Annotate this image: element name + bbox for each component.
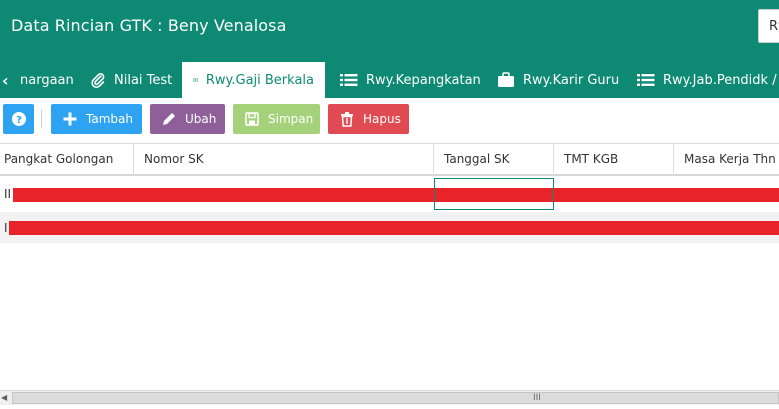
- tab-label: Rwy.Kepangkatan: [366, 72, 481, 88]
- tab-rwy-jab-pendidik[interactable]: Rwy.Jab.Pendidk / Te: [637, 62, 779, 98]
- money-icon: [193, 78, 198, 82]
- page-title: Data Rincian GTK : Beny Venalosa: [11, 16, 287, 35]
- tab-rwy-gaji-berkala[interactable]: Rwy.Gaji Berkala: [182, 62, 325, 98]
- tab-label: Rwy.Gaji Berkala: [205, 72, 314, 88]
- edit-button[interactable]: Ubah: [150, 104, 225, 134]
- list-icon: [637, 74, 655, 86]
- paperclip-icon: [91, 73, 105, 88]
- briefcase-icon: [498, 72, 514, 87]
- table-body: II I: [0, 178, 779, 390]
- table-row[interactable]: I: [0, 212, 779, 243]
- column-header[interactable]: TMT KGB: [554, 144, 674, 176]
- selected-cell[interactable]: [434, 178, 554, 210]
- add-button-label: Tambah: [86, 112, 133, 126]
- save-button-label: Simpan: [268, 112, 314, 126]
- add-button[interactable]: Tambah: [51, 104, 142, 134]
- tab-scroll-left-icon[interactable]: ‹: [2, 71, 9, 90]
- scroll-left-arrow-icon[interactable]: ◀: [1, 393, 12, 404]
- tab-bar: ‹ nargaan Nilai Test Rwy.Gaji Berkala Rw…: [0, 62, 779, 98]
- edit-button-label: Ubah: [185, 112, 217, 126]
- floppy-icon: [245, 112, 259, 126]
- app-header: Data Rincian GTK : Beny Venalosa Rw: [0, 0, 779, 62]
- help-button[interactable]: ?: [3, 104, 34, 134]
- table-header: Pangkat Golongan Nomor SK Tanggal SK TMT…: [0, 144, 779, 176]
- tab-label: Rwy.Karir Guru: [523, 72, 620, 88]
- scrollbar-grip: III: [533, 393, 541, 403]
- toolbar: ? Tambah Ubah Simpan Hapus: [0, 98, 779, 144]
- toolbar-divider: [41, 110, 42, 128]
- list-icon: [340, 74, 358, 86]
- tab-label: nargaan: [20, 72, 74, 88]
- plus-icon: [63, 112, 77, 126]
- horizontal-scrollbar[interactable]: ◀ III: [0, 390, 779, 405]
- row-cell: I: [4, 221, 8, 235]
- tab-rwy-karir-guru[interactable]: Rwy.Karir Guru: [497, 62, 619, 98]
- pencil-icon: [163, 113, 175, 125]
- tab-label: Rwy.Jab.Pendidk / Te: [663, 72, 779, 88]
- column-header[interactable]: Tanggal SK: [434, 144, 554, 176]
- question-icon: ?: [11, 112, 26, 126]
- tab-nilai-test[interactable]: Nilai Test: [90, 62, 172, 98]
- tab-rwy-kepangkatan[interactable]: Rwy.Kepangkatan: [340, 62, 481, 98]
- table-row[interactable]: II: [0, 178, 779, 210]
- scrollbar-thumb[interactable]: III: [12, 392, 779, 404]
- row-cell: II: [4, 187, 12, 201]
- column-header[interactable]: Nomor SK: [134, 144, 434, 176]
- trash-icon: [341, 112, 353, 127]
- delete-button-label: Hapus: [363, 112, 401, 126]
- save-button[interactable]: Simpan: [233, 104, 320, 134]
- tab-label: Nilai Test: [114, 72, 173, 88]
- svg-text:?: ?: [16, 115, 22, 126]
- redaction-bar: [9, 221, 779, 235]
- delete-button[interactable]: Hapus: [328, 104, 409, 134]
- column-header[interactable]: Pangkat Golongan: [0, 144, 134, 176]
- column-header[interactable]: Masa Kerja Thn: [674, 144, 779, 176]
- tab-penghargaan[interactable]: nargaan: [20, 62, 74, 98]
- header-right-button[interactable]: Rw: [758, 9, 779, 43]
- redaction-bar: [13, 188, 779, 202]
